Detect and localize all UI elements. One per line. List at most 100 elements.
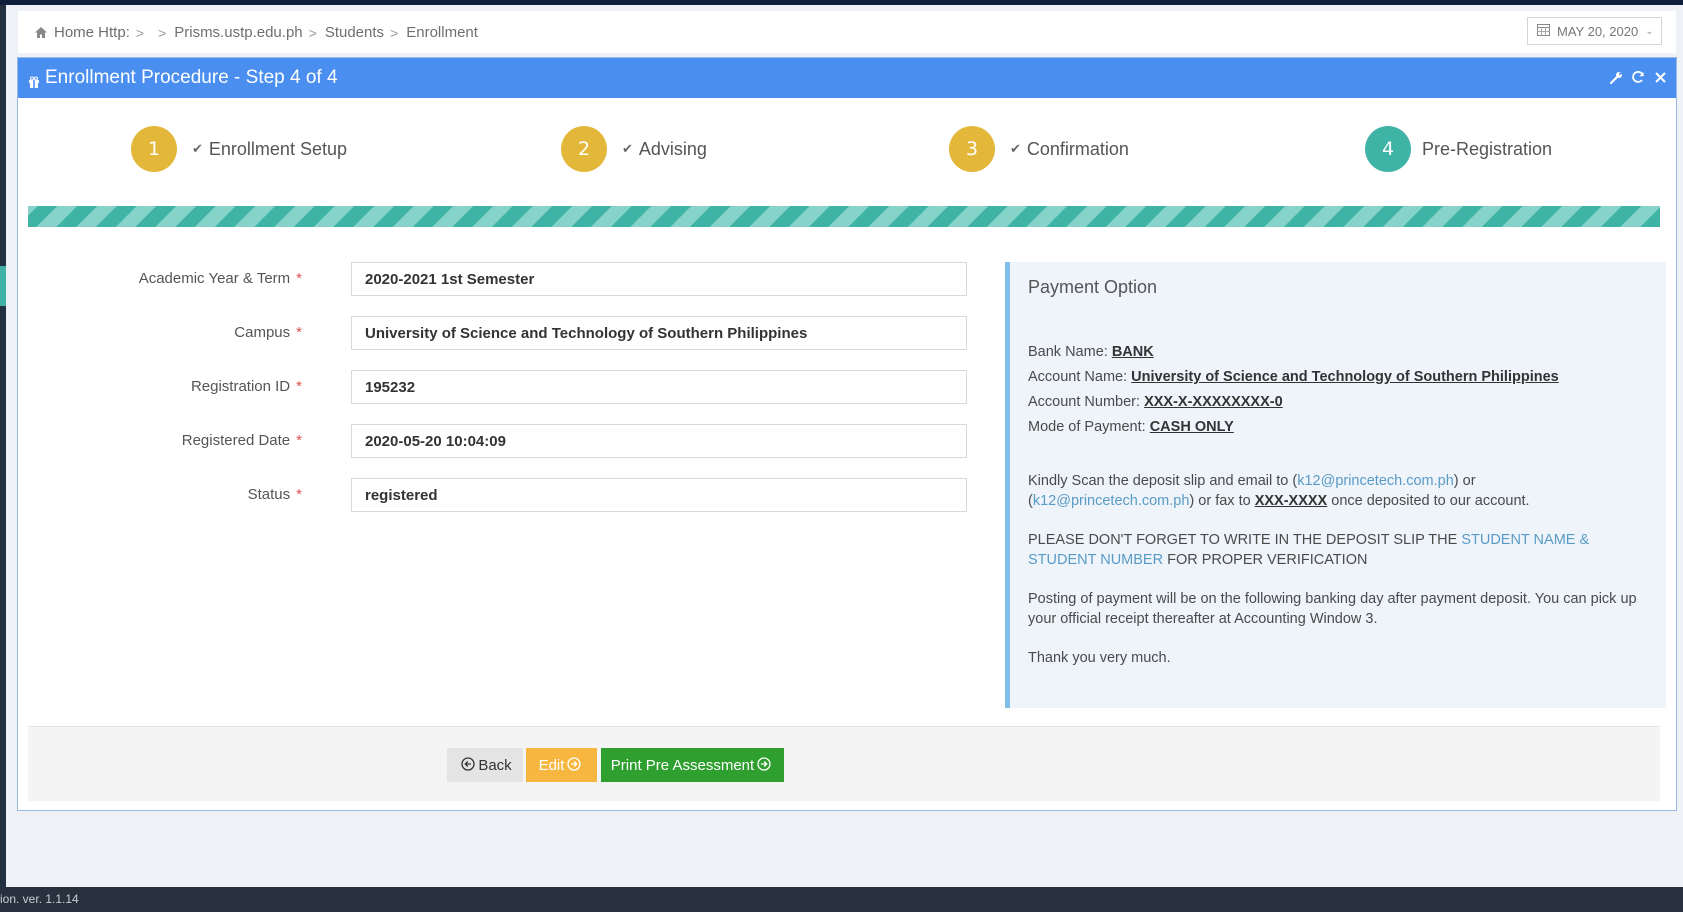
print-button-label: Print Pre Assessment — [610, 756, 755, 774]
field-label-text: Status — [247, 486, 291, 503]
required-marker: * — [296, 324, 302, 341]
scan-text: once deposited to our account. — [1327, 493, 1530, 509]
field-label-text: Academic Year & Term — [138, 270, 291, 287]
payment-mode-label: Mode of Payment: — [1028, 419, 1146, 435]
step-label-container: Pre-Registration — [1422, 139, 1552, 160]
bank-name-line: Bank Name: BANK — [1028, 340, 1666, 365]
step-1[interactable]: 1 ✔ Enrollment Setup — [131, 126, 347, 172]
action-bar: Back Edit Print Pre Assessment — [28, 726, 1660, 801]
arrow-left-circle-icon — [461, 756, 475, 774]
page-content: Home Http: > > Prisms.ustp.edu.ph > Stud… — [6, 5, 1683, 887]
campus-field[interactable]: University of Science and Technology of … — [351, 316, 967, 350]
panel-tools — [1608, 68, 1668, 86]
payment-option-note: Payment Option Bank Name: BANK Account N… — [1005, 262, 1666, 708]
progress-bar — [28, 206, 1660, 227]
step-3[interactable]: 3 ✔ Confirmation — [949, 126, 1129, 172]
step-label-container: ✔ Confirmation — [1010, 139, 1129, 160]
arrow-right-circle-icon — [567, 756, 582, 774]
payment-mode-line: Mode of Payment: CASH ONLY — [1028, 415, 1666, 440]
thanks-text: Thank you very much. — [1028, 650, 1171, 666]
deposit-instructions: Kindly Scan the deposit slip and email t… — [1028, 471, 1643, 511]
step-label: Enrollment Setup — [208, 138, 347, 159]
account-number-line: Account Number: XXX-X-XXXXXXXX-0 — [1028, 390, 1666, 415]
wrench-icon[interactable] — [1608, 68, 1624, 86]
calendar-icon — [1537, 23, 1550, 39]
check-icon: ✔ — [622, 141, 633, 156]
account-number-label: Account Number: — [1028, 394, 1141, 410]
breadcrumb-separator: > — [308, 24, 317, 41]
breadcrumb-separator: > — [390, 24, 399, 41]
home-icon[interactable] — [34, 26, 48, 39]
check-icon: ✔ — [192, 141, 203, 156]
breadcrumb-separator: > — [135, 24, 145, 41]
step-number: 4 — [1365, 126, 1411, 172]
breadcrumb-home[interactable]: Home Http: — [54, 24, 130, 41]
reminder-text: PLEASE DON'T FORGET TO WRITE IN THE DEPO… — [1028, 530, 1643, 570]
required-marker: * — [296, 486, 302, 503]
back-button-label: Back — [478, 756, 512, 774]
account-number-value: XXX-X-XXXXXXXX-0 — [1144, 394, 1283, 410]
required-marker: * — [296, 378, 302, 395]
close-icon[interactable] — [1652, 68, 1668, 86]
arrow-right-circle-icon — [757, 756, 771, 774]
registered-date-field[interactable]: 2020-05-20 10:04:09 — [351, 424, 967, 458]
back-button[interactable]: Back — [447, 748, 523, 782]
step-2[interactable]: 2 ✔ Advising — [561, 126, 707, 172]
gift-icon — [28, 72, 40, 88]
step-label-container: ✔ Enrollment Setup — [192, 139, 347, 160]
step-number: 1 — [131, 126, 177, 172]
step-number: 2 — [561, 126, 607, 172]
breadcrumb-enrollment[interactable]: Enrollment — [406, 24, 478, 41]
posting-text: Posting of payment will be on the follow… — [1028, 591, 1637, 627]
breadcrumb: Home Http: > > Prisms.ustp.edu.ph > Stud… — [34, 24, 478, 41]
bank-name-label: Bank Name: — [1028, 344, 1108, 360]
step-label: Advising — [638, 138, 707, 159]
field-label: Campus * — [18, 324, 302, 341]
payment-mode-value: CASH ONLY — [1149, 419, 1234, 435]
footer-bar: ion. ver. 1.1.14 — [0, 887, 1683, 912]
edit-button[interactable]: Edit — [526, 748, 597, 782]
enrollment-panel: Enrollment Procedure - Step 4 of 4 1 ✔ E… — [17, 57, 1677, 811]
step-label-container: ✔ Advising — [622, 139, 707, 160]
chevron-down-icon: ⌄ — [1645, 25, 1654, 37]
edit-button-label: Edit — [538, 756, 565, 774]
email-link[interactable]: k12@princetech.com.ph — [1033, 493, 1190, 509]
account-name-label: Account Name: — [1028, 369, 1128, 385]
required-marker: * — [296, 432, 302, 449]
email-link[interactable]: k12@princetech.com.ph — [1297, 473, 1454, 489]
date-picker-button[interactable]: MAY 20, 2020 ⌄ — [1527, 17, 1662, 45]
field-label: Status * — [18, 486, 302, 503]
academic-year-field[interactable]: 2020-2021 1st Semester — [351, 262, 967, 296]
field-label-text: Registered Date — [181, 432, 291, 449]
field-label: Academic Year & Term * — [18, 270, 302, 287]
step-wizard: 1 ✔ Enrollment Setup 2 ✔ Advising 3 ✔ Co… — [18, 98, 1676, 208]
step-label: Confirmation — [1026, 138, 1129, 159]
panel-header: Enrollment Procedure - Step 4 of 4 — [18, 58, 1676, 98]
fax-number: XXX-XXXX — [1254, 493, 1328, 509]
date-value: MAY 20, 2020 — [1557, 23, 1639, 39]
reminder-text-part: FOR PROPER VERIFICATION — [1163, 552, 1368, 568]
status-field[interactable]: registered — [351, 478, 967, 512]
step-number: 3 — [949, 126, 995, 172]
account-name-line: Account Name: University of Science and … — [1028, 365, 1666, 390]
check-icon: ✔ — [1010, 141, 1021, 156]
field-label-text: Registration ID — [190, 378, 291, 395]
bank-name-value: BANK — [1111, 344, 1154, 360]
breadcrumb-separator: > — [158, 24, 167, 41]
scan-text: ) or fax to — [1189, 493, 1255, 509]
version-text: ion. ver. 1.1.14 — [0, 892, 79, 906]
field-label-text: Campus — [234, 324, 291, 341]
step-4[interactable]: 4 Pre-Registration — [1365, 126, 1552, 172]
scan-text: Kindly Scan the deposit slip and email t… — [1028, 473, 1298, 489]
panel-title: Enrollment Procedure - Step 4 of 4 — [45, 67, 338, 88]
step-label: Pre-Registration — [1422, 138, 1553, 159]
field-label: Registered Date * — [18, 432, 302, 449]
breadcrumb-students[interactable]: Students — [325, 24, 384, 41]
refresh-icon[interactable] — [1630, 68, 1646, 86]
print-pre-assessment-button[interactable]: Print Pre Assessment — [601, 748, 784, 782]
registration-id-field[interactable]: 195232 — [351, 370, 967, 404]
field-label: Registration ID * — [18, 378, 302, 395]
breadcrumb-site[interactable]: Prisms.ustp.edu.ph — [174, 24, 302, 41]
payment-option-title: Payment Option — [1028, 277, 1158, 297]
reminder-text-part: PLEASE DON'T FORGET TO WRITE IN THE DEPO… — [1028, 532, 1462, 548]
